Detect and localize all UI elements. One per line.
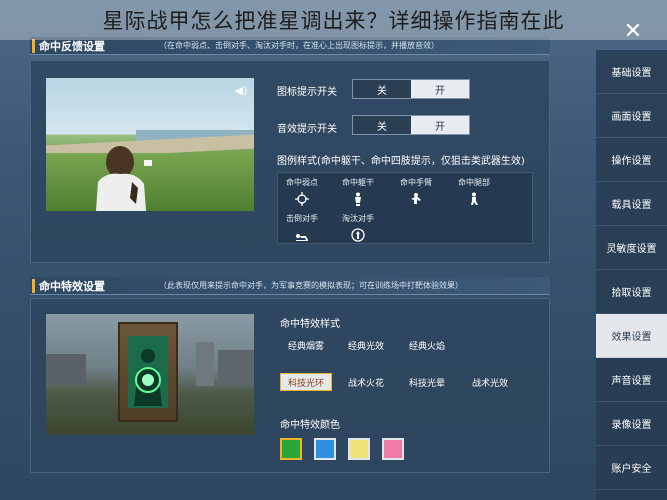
section-accent — [32, 38, 35, 53]
menu-item-effects[interactable]: 效果设置 — [596, 314, 667, 358]
eliminate-icon — [351, 228, 365, 242]
icon-toggle-label: 图标提示开关 — [277, 87, 337, 98]
sound-toggle-on[interactable]: 开 — [411, 116, 469, 134]
effect-style-classic-flame[interactable]: 经典火焰 — [401, 336, 453, 354]
sound-toggle-label: 音效提示开关 — [277, 124, 337, 135]
color-swatch-blue[interactable] — [314, 438, 336, 460]
hit-effect-preview-image — [46, 314, 254, 435]
effect-color-heading: 命中特效颜色 — [280, 420, 340, 431]
style-item-weakpoint[interactable]: 命中弱点 — [278, 177, 326, 206]
style-label: 图例样式(命中躯干、命中四肢提示，仅狙击类武器生效) — [277, 156, 525, 167]
menu-item-account[interactable]: 账户安全 — [596, 446, 667, 490]
article-title: 星际战甲怎么把准星调出来？详细操作指南在此 — [0, 0, 667, 40]
hit-feedback-note: （在命中弱点、击倒对手、淘汰对手时，在准心上出现图标提示，并播放音效） — [159, 41, 439, 50]
sound-toggle-off[interactable]: 关 — [353, 116, 411, 134]
style-item-eliminate[interactable]: 淘汰对手 — [334, 213, 382, 242]
hit-effect-header: 命中特效设置 （此表现仅用来提示命中对手，为军事竞赛的模拟表现；可在训练场中打靶… — [30, 277, 550, 295]
effect-style-tactical-light[interactable]: 战术光效 — [462, 373, 518, 391]
speaker-icon[interactable]: ◀) — [234, 84, 248, 98]
icon-toggle-off[interactable]: 关 — [353, 80, 411, 98]
knockdown-icon — [296, 234, 308, 241]
close-icon: ✕ — [623, 18, 643, 44]
icon-toggle-on[interactable]: 开 — [411, 80, 469, 98]
hit-icon-style-box: 命中弱点 命中躯干 命中手臂 命中腿部 击倒对手 淘汰对手 — [277, 172, 533, 244]
style-item-torso[interactable]: 命中躯干 — [334, 177, 382, 206]
torso-icon — [355, 192, 361, 206]
menu-item-sensitivity[interactable]: 灵敏度设置 — [596, 226, 667, 270]
leg-icon — [471, 192, 478, 205]
settings-side-menu: 基础设置 画面设置 操作设置 载具设置 灵敏度设置 拾取设置 效果设置 声音设置… — [596, 50, 667, 500]
hit-feedback-preview-image — [46, 78, 254, 211]
style-item-arm[interactable]: 命中手臂 — [392, 177, 440, 206]
crosshair-icon — [295, 192, 309, 206]
menu-item-pickup[interactable]: 拾取设置 — [596, 270, 667, 314]
hit-effect-note: （此表现仅用来提示命中对手，为军事竞赛的模拟表现；可在训练场中打靶体验效果） — [159, 281, 463, 290]
menu-item-vehicle[interactable]: 载具设置 — [596, 182, 667, 226]
effect-style-tactical-spark[interactable]: 战术火花 — [340, 373, 392, 391]
icon-toggle[interactable]: 关 开 — [352, 79, 470, 99]
effect-style-tech-halo[interactable]: 科技光晕 — [401, 373, 453, 391]
color-swatch-yellow[interactable] — [348, 438, 370, 460]
section-accent — [32, 278, 35, 293]
effect-style-classic-light[interactable]: 经典光效 — [340, 336, 392, 354]
color-swatch-pink[interactable] — [382, 438, 404, 460]
effect-style-heading: 命中特效样式 — [280, 319, 340, 330]
sound-toggle[interactable]: 关 开 — [352, 115, 470, 135]
close-button[interactable]: ✕ — [616, 16, 650, 46]
menu-item-recording[interactable]: 录像设置 — [596, 402, 667, 446]
style-item-leg[interactable]: 命中腿部 — [450, 177, 498, 206]
effect-style-classic-smoke[interactable]: 经典烟雾 — [280, 336, 332, 354]
arm-icon — [411, 193, 421, 204]
menu-item-sound[interactable]: 声音设置 — [596, 358, 667, 402]
effect-style-tech-ring[interactable]: 科技光环 — [280, 373, 332, 391]
menu-item-controls[interactable]: 操作设置 — [596, 138, 667, 182]
menu-item-graphics[interactable]: 画面设置 — [596, 94, 667, 138]
style-item-knockdown[interactable]: 击倒对手 — [278, 213, 326, 242]
color-swatch-green[interactable] — [280, 438, 302, 460]
target-board — [118, 322, 178, 422]
menu-item-basic[interactable]: 基础设置 — [596, 50, 667, 94]
hit-effect-title: 命中特效设置 — [39, 279, 105, 293]
